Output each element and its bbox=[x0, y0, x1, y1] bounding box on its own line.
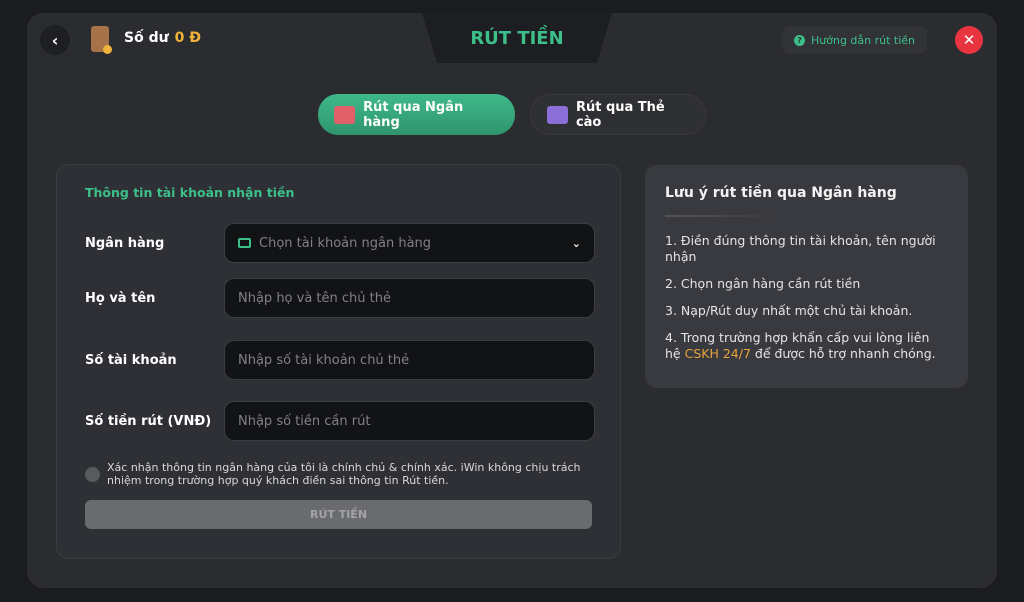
amount-row: Số tiền rút (VNĐ) Nhập số tiền cần rút bbox=[85, 401, 595, 441]
note-item: 1. Điền đúng thông tin tài khoản, tên ng… bbox=[665, 233, 936, 264]
account-placeholder: Nhập số tài khoản chủ thẻ bbox=[238, 352, 410, 368]
name-placeholder: Nhập họ và tên chủ thẻ bbox=[238, 290, 391, 306]
guide-button[interactable]: ? Hướng dẫn rút tiền bbox=[782, 26, 928, 54]
bank-row: Ngân hàng Chọn tài khoản ngân hàng ⌄ bbox=[85, 223, 595, 263]
chevron-down-icon: ⌄ bbox=[571, 236, 581, 250]
back-button[interactable]: ‹ bbox=[40, 25, 70, 55]
support-link[interactable]: CSKH 24/7 bbox=[685, 346, 751, 361]
name-label: Họ và tên bbox=[85, 290, 156, 306]
chevron-left-icon: ‹ bbox=[51, 30, 59, 50]
bank-placeholder: Chọn tài khoản ngân hàng bbox=[259, 235, 432, 251]
guide-label: Hướng dẫn rút tiền bbox=[811, 33, 916, 47]
tab-label: Rút qua Ngân hàng bbox=[363, 99, 464, 130]
name-row: Họ và tên Nhập họ và tên chủ thẻ bbox=[85, 278, 595, 318]
modal-title: RÚT TIỀN bbox=[470, 27, 564, 49]
section-title: Thông tin tài khoản nhận tiền bbox=[85, 185, 295, 200]
balance: Số dư 0 Đ bbox=[124, 30, 201, 46]
withdraw-modal: RÚT TIỀN ‹ Số dư 0 Đ ? Hướng dẫn rút tiền … bbox=[27, 13, 997, 588]
note-item: 4. Trong trường hợp khẩn cấp vui lòng li… bbox=[665, 330, 948, 362]
consent-text: Xác nhận thông tin ngân hàng của tôi là … bbox=[107, 461, 581, 487]
account-label: Số tài khoản bbox=[85, 352, 177, 368]
note-text: để được hỗ trợ nhanh chóng. bbox=[750, 346, 936, 361]
tab-label: Rút qua Thẻ cào bbox=[575, 99, 665, 130]
account-input[interactable]: Nhập số tài khoản chủ thẻ bbox=[224, 340, 595, 380]
wallet-icon bbox=[91, 26, 112, 54]
bank-label: Ngân hàng bbox=[85, 235, 165, 251]
notes-title: Lưu ý rút tiền qua Ngân hàng bbox=[665, 185, 897, 201]
note-item: 2. Chọn ngân hàng cần rút tiền bbox=[665, 276, 861, 291]
scratch-card-icon bbox=[547, 105, 568, 124]
close-icon: ✕ bbox=[962, 31, 976, 49]
consent-checkbox[interactable] bbox=[85, 467, 100, 482]
notes-panel: Lưu ý rút tiền qua Ngân hàng 1. Điền đún… bbox=[645, 165, 968, 388]
bank-book-icon bbox=[334, 105, 356, 124]
divider bbox=[665, 215, 775, 217]
balance-value: 0 Đ bbox=[174, 30, 201, 46]
amount-label: Số tiền rút (VNĐ) bbox=[85, 413, 212, 429]
amount-input[interactable]: Nhập số tiền cần rút bbox=[224, 401, 595, 441]
note-item: 3. Nạp/Rút duy nhất một chủ tài khoản. bbox=[665, 303, 913, 318]
help-icon: ? bbox=[794, 34, 805, 46]
amount-placeholder: Nhập số tiền cần rút bbox=[238, 413, 371, 429]
bank-select[interactable]: Chọn tài khoản ngân hàng ⌄ bbox=[224, 223, 595, 263]
bank-icon bbox=[238, 238, 251, 248]
balance-label: Số dư bbox=[124, 30, 169, 46]
tab-card[interactable]: Rút qua Thẻ cào bbox=[530, 94, 706, 135]
name-input[interactable]: Nhập họ và tên chủ thẻ bbox=[224, 278, 595, 318]
account-row: Số tài khoản Nhập số tài khoản chủ thẻ bbox=[85, 340, 595, 380]
tab-bank[interactable]: Rút qua Ngân hàng bbox=[318, 94, 515, 135]
title-tab: RÚT TIỀN bbox=[422, 13, 612, 63]
bank-form: Thông tin tài khoản nhận tiền Ngân hàng C… bbox=[56, 164, 621, 559]
close-button[interactable]: ✕ bbox=[955, 26, 983, 54]
submit-button[interactable]: RÚT TIỀN bbox=[85, 500, 592, 529]
